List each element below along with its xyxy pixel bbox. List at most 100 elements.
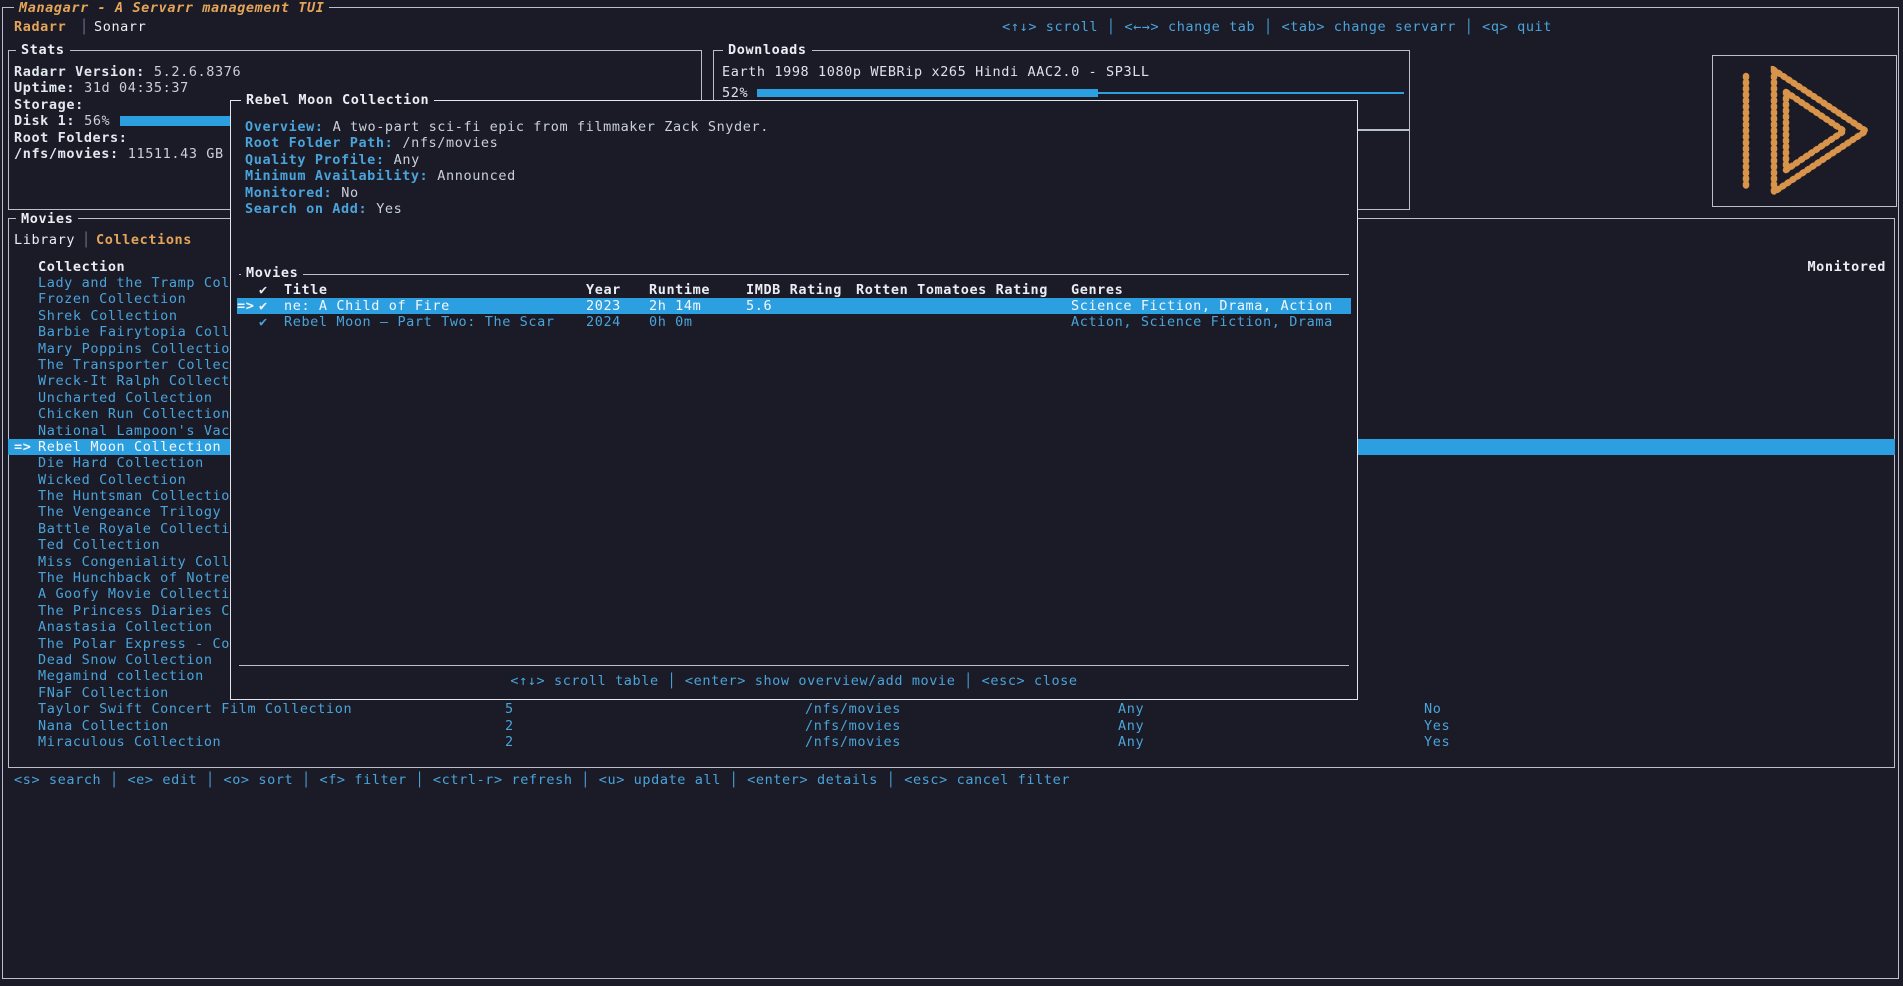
- modal-keybindings-hint: <↑↓> scroll table │ <enter> show overvie…: [231, 673, 1357, 689]
- collection-name: The Huntsman Collection: [38, 488, 239, 504]
- stat-label: /nfs/movies:: [14, 146, 119, 162]
- field-label: Root Folder Path:: [245, 135, 393, 151]
- field-value: No: [341, 185, 358, 201]
- collection-name: Ted Collection: [38, 537, 160, 553]
- collection-name: Miraculous Collection: [38, 734, 221, 750]
- stat-version: Radarr Version: 5.2.6.8376: [14, 64, 241, 80]
- stats-lines: Radarr Version: 5.2.6.8376 Uptime: 31d 04:…: [14, 64, 241, 162]
- modal-title: Rebel Moon Collection: [241, 92, 434, 108]
- field-value: A two-part sci-fi epic from filmmaker Za…: [333, 119, 769, 135]
- movie-genres: Action, Science Fiction, Drama: [1071, 314, 1333, 330]
- collection-name: Rebel Moon Collection: [38, 439, 221, 455]
- collection-name: Taylor Swift Concert Film Collection: [38, 701, 352, 717]
- column-header-check: ✔: [259, 282, 268, 298]
- bottom-keybindings-hint: <s> search │ <e> edit │ <o> sort │ <f> f…: [14, 772, 1070, 788]
- field-monitored: Monitored: No: [245, 185, 769, 201]
- tab-radarr[interactable]: Radarr: [14, 19, 66, 35]
- stat-value: 5.2.6.8376: [154, 64, 241, 80]
- collection-name: Frozen Collection: [38, 291, 186, 307]
- field-label: Search on Add:: [245, 201, 367, 217]
- collection-name: FNaF Collection: [38, 685, 169, 701]
- field-value: Any: [394, 152, 420, 168]
- stat-value: 31d 04:35:37: [84, 80, 189, 96]
- field-label: Overview:: [245, 119, 324, 135]
- stat-uptime: Uptime: 31d 04:35:37: [14, 80, 241, 96]
- stat-label: Radarr Version:: [14, 64, 145, 80]
- movie-title: ne: A Child of Fire: [284, 298, 450, 314]
- collection-movie-count: 2: [505, 718, 514, 734]
- collection-movie-count: 5: [505, 701, 514, 717]
- downloads-panel-title: Downloads: [723, 42, 812, 58]
- stat-disk: Disk 1:56%: [14, 113, 241, 129]
- app-title: Managarr - A Servarr management TUI: [14, 0, 329, 16]
- collection-quality-profile: Any: [1118, 718, 1144, 734]
- movie-genres: Science Fiction, Drama, Action: [1071, 298, 1333, 314]
- movies-section-divider: [239, 274, 1349, 275]
- stat-value: 56%: [84, 113, 110, 129]
- movie-check: ✔: [259, 298, 268, 314]
- table-row[interactable]: Miraculous Collection 2/nfs/movies Any Yes: [0, 734, 1903, 750]
- collection-name: Battle Royale Collection: [38, 521, 247, 537]
- tab-separator: │: [82, 232, 91, 248]
- field-minimum-availability: Minimum Availability:Announced: [245, 168, 769, 184]
- stat-label: Uptime:: [14, 80, 75, 96]
- tab-library[interactable]: Library: [14, 232, 75, 248]
- collection-monitored: No: [1424, 701, 1441, 717]
- column-header-collection: Collection: [38, 259, 125, 275]
- column-header-monitored: Monitored: [1807, 259, 1886, 275]
- download-percent: 52%: [722, 85, 748, 101]
- column-header-imdb: IMDB Rating: [746, 282, 842, 298]
- collection-quality-profile: Any: [1118, 701, 1144, 717]
- collection-details-modal: Rebel Moon Collection Overview:A two-par…: [230, 100, 1358, 700]
- download-progress-bar: [757, 89, 1098, 97]
- collection-name: Shrek Collection: [38, 308, 178, 324]
- stat-root-folders: Root Folders:: [14, 130, 241, 146]
- stat-value: 11511.43 GB: [128, 146, 224, 162]
- collection-name: A Goofy Movie Collection: [38, 586, 247, 602]
- field-value: Yes: [376, 201, 402, 217]
- tab-separator: │: [80, 19, 89, 35]
- collection-name: Wreck-It Ralph Collection: [38, 373, 256, 389]
- field-label: Monitored:: [245, 185, 332, 201]
- managarr-logo-icon: [1734, 66, 1876, 196]
- stat-storage: Storage:: [14, 97, 241, 113]
- collection-name: Dead Snow Collection: [38, 652, 213, 668]
- collection-name: Wicked Collection: [38, 472, 186, 488]
- table-row[interactable]: Taylor Swift Concert Film Collection 5/nf…: [0, 701, 1903, 717]
- tab-collections[interactable]: Collections: [96, 232, 192, 248]
- modal-movies-title: Movies: [241, 265, 303, 281]
- collection-root-folder: /nfs/movies: [805, 734, 901, 750]
- column-header-title: Title: [284, 282, 328, 298]
- collection-root-folder: /nfs/movies: [805, 701, 901, 717]
- download-progress-track: [1098, 92, 1404, 94]
- collection-monitored: Yes: [1424, 718, 1450, 734]
- column-header-rotten-tomatoes: Rotten Tomatoes Rating: [856, 282, 1048, 298]
- field-root-folder: Root Folder Path:/nfs/movies: [245, 135, 769, 151]
- movie-imdb-rating: 5.6: [746, 298, 772, 314]
- stat-root-folder-size: /nfs/movies: 11511.43 GB: [14, 146, 241, 162]
- collection-quality-profile: Any: [1118, 734, 1144, 750]
- field-quality-profile: Quality Profile: Any: [245, 152, 769, 168]
- movie-year: 2024: [586, 314, 621, 330]
- table-row[interactable]: Nana Collection2/nfs/moviesAnyYes: [0, 718, 1903, 734]
- download-item-name: Earth 1998 1080p WEBRip x265 Hindi AAC2.…: [722, 64, 1150, 80]
- tab-sonarr[interactable]: Sonarr: [94, 19, 146, 35]
- collection-monitored: Yes: [1424, 734, 1450, 750]
- movie-row[interactable]: ✔ Rebel Moon – Part Two: The Scar 2024 0…: [231, 314, 1357, 330]
- field-value: Announced: [437, 168, 516, 184]
- collection-name: Megamind collection: [38, 668, 204, 684]
- field-search-on-add: Search on Add: Yes: [245, 201, 769, 217]
- collection-root-folder: /nfs/movies: [805, 718, 901, 734]
- stat-label: Storage:: [14, 97, 84, 113]
- movie-row-selected[interactable]: => ✔ ne: A Child of Fire 2023 2h 14m 5.6…: [231, 298, 1357, 314]
- collection-name: Anastasia Collection: [38, 619, 213, 635]
- collection-name: The Vengeance Trilogy: [38, 504, 221, 520]
- column-header-genres: Genres: [1071, 282, 1123, 298]
- movie-title: Rebel Moon – Part Two: The Scar: [284, 314, 555, 330]
- movie-year: 2023: [586, 298, 621, 314]
- collection-movie-count: 2: [505, 734, 514, 750]
- top-keybindings-hint: <↑↓> scroll │ <←→> change tab │ <tab> ch…: [1002, 19, 1552, 35]
- field-label: Quality Profile:: [245, 152, 385, 168]
- modal-fields: Overview: A two-part sci-fi epic from fil…: [245, 119, 769, 217]
- stat-label: Root Folders:: [14, 130, 127, 146]
